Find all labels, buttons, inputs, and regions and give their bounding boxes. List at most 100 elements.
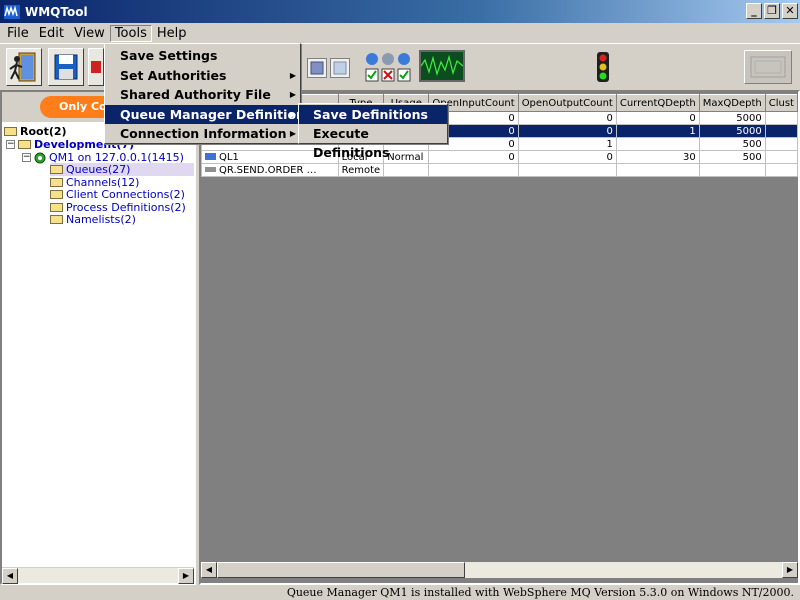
folder-icon bbox=[50, 165, 63, 174]
cell-cluster bbox=[764, 163, 799, 177]
disabled-panel-icon bbox=[750, 56, 786, 78]
tree-node-namelists[interactable]: Namelists(2) bbox=[50, 213, 136, 226]
cell-open-input bbox=[428, 163, 519, 177]
cell-cluster bbox=[764, 111, 799, 125]
menu-item-label: Set Authorities bbox=[120, 67, 227, 83]
remote-queue-icon bbox=[205, 167, 216, 172]
cell-max-depth: 500 bbox=[698, 150, 766, 164]
save-button[interactable] bbox=[48, 48, 84, 86]
menu-item-save-settings[interactable]: Save Settings bbox=[105, 46, 300, 66]
tree-node-label: Client Connections(2) bbox=[66, 188, 185, 201]
status-check-button[interactable] bbox=[364, 48, 412, 86]
collapse-icon[interactable]: − bbox=[22, 153, 31, 162]
window-title: WMQTool bbox=[25, 4, 88, 19]
table-row[interactable]: QR.SEND.ORDER … Remote bbox=[201, 163, 799, 177]
folder-icon bbox=[18, 140, 31, 149]
folder-icon bbox=[4, 127, 17, 136]
cell-open-output: 0 bbox=[517, 111, 617, 125]
tree-node-label: Namelists(2) bbox=[66, 213, 136, 226]
cell-current-depth-alert: 384 bbox=[615, 137, 700, 151]
submenu-arrow-icon: ▶ bbox=[289, 90, 296, 99]
submenu-arrow-icon: ▶ bbox=[289, 70, 296, 80]
menu-item-set-authorities[interactable]: Set Authorities ▶ bbox=[105, 66, 300, 86]
submenu-arrow-icon: ▶ bbox=[289, 129, 296, 138]
menu-item-save-definitions[interactable]: Save Definitions bbox=[299, 105, 447, 124]
restore-button[interactable]: ❐ bbox=[764, 3, 780, 19]
col-header-open-output[interactable]: OpenOutputCount bbox=[517, 94, 617, 112]
cell-current-depth: 1 bbox=[615, 124, 700, 138]
menu-file[interactable]: File bbox=[2, 25, 34, 42]
delete-icon bbox=[91, 61, 101, 73]
queue-manager-definitions-submenu: Save Definitions Execute Definitions bbox=[298, 103, 448, 160]
cell-current-depth: 30 bbox=[615, 150, 700, 164]
menu-edit[interactable]: Edit bbox=[34, 25, 69, 42]
col-header-cluster[interactable]: Clust bbox=[764, 94, 799, 112]
cell-max-depth bbox=[698, 163, 766, 177]
menu-item-shared-authority-file[interactable]: Shared Authority File ▶ bbox=[105, 85, 300, 105]
close-button[interactable]: ✕ bbox=[782, 3, 798, 19]
properties-icon bbox=[333, 61, 347, 75]
menu-item-label: Queue Manager Definitions bbox=[120, 106, 313, 122]
app-icon bbox=[4, 4, 20, 19]
cell-current-depth bbox=[615, 163, 700, 177]
scroll-right-arrow-icon[interactable]: ▶ bbox=[178, 568, 194, 584]
cell-cluster bbox=[764, 150, 799, 164]
tree-node-root[interactable]: Root(2) bbox=[4, 125, 67, 138]
menu-tools[interactable]: Tools bbox=[109, 24, 152, 42]
cell-type: Remote bbox=[337, 163, 385, 177]
menu-view[interactable]: View bbox=[69, 25, 110, 42]
traffic-light-icon bbox=[597, 52, 609, 82]
col-header-max-depth[interactable]: MaxQDepth bbox=[698, 94, 766, 112]
tree-node-client-connections[interactable]: Client Connections(2) bbox=[50, 188, 185, 201]
refresh-button[interactable] bbox=[307, 58, 327, 78]
menu-item-queue-manager-definitions[interactable]: Queue Manager Definitions ▶ bbox=[105, 104, 312, 124]
traffic-light-button[interactable] bbox=[592, 52, 614, 84]
monitor-button[interactable] bbox=[419, 50, 465, 82]
scroll-right-arrow-icon[interactable]: ▶ bbox=[782, 562, 798, 578]
cell-open-input: 0 bbox=[428, 150, 519, 164]
cell-usage bbox=[383, 163, 430, 177]
menu-item-label: Save Settings bbox=[120, 48, 218, 63]
floppy-disk-icon bbox=[54, 54, 78, 80]
refresh-icon bbox=[310, 61, 324, 75]
folder-icon bbox=[50, 190, 63, 199]
cell-open-output bbox=[517, 163, 617, 177]
menu-help[interactable]: Help bbox=[152, 25, 192, 42]
delete-button[interactable] bbox=[88, 48, 104, 86]
queue-name: QR.SEND.ORDER bbox=[219, 164, 304, 176]
scroll-left-arrow-icon[interactable]: ◀ bbox=[2, 568, 18, 584]
queue-table-area: Type Usage OpenInputCount OpenOutputCoun… bbox=[201, 92, 799, 562]
queue-name: QL1 bbox=[219, 151, 239, 163]
menu-item-execute-definitions[interactable]: Execute Definitions bbox=[299, 124, 447, 160]
collapse-icon[interactable]: − bbox=[6, 140, 15, 149]
cell-open-output: 0 bbox=[517, 124, 617, 138]
tree-node-queues[interactable]: Queues(27) bbox=[50, 163, 194, 176]
cell-open-output: 1 bbox=[517, 137, 617, 151]
table-row[interactable]: QL1 Local Normal 0 0 30 500 bbox=[201, 150, 799, 164]
properties-button[interactable] bbox=[330, 58, 350, 78]
tree-node-label: Root(2) bbox=[20, 125, 67, 138]
status-bar: Queue Manager QM1 is installed with WebS… bbox=[286, 586, 794, 599]
col-header-current-depth[interactable]: CurrentQDepth bbox=[615, 94, 700, 112]
queue-manager-icon bbox=[34, 152, 46, 163]
exit-door-icon bbox=[9, 52, 36, 82]
tree-horizontal-scrollbar[interactable]: ◀ ▶ bbox=[2, 567, 194, 584]
cell-max-depth: 5000 bbox=[698, 124, 766, 138]
cell-cluster bbox=[764, 124, 799, 138]
cell-max-depth: 500 bbox=[698, 137, 766, 151]
menu-item-label: Shared Authority File bbox=[120, 87, 271, 102]
menu-bar: File Edit View Tools Help bbox=[0, 23, 800, 43]
scrollbar-thumb[interactable] bbox=[217, 562, 465, 578]
disabled-tool-button[interactable] bbox=[744, 50, 792, 84]
exit-button[interactable] bbox=[6, 48, 42, 86]
table-horizontal-scrollbar[interactable]: ◀ ▶ bbox=[201, 562, 798, 578]
menu-item-connection-information[interactable]: Connection Information ▶ bbox=[105, 124, 300, 144]
folder-icon bbox=[50, 215, 63, 224]
menu-item-label: Connection Information bbox=[120, 126, 287, 141]
object-tree: Root(2) − Development(7) − QM1 on 127.0.… bbox=[2, 122, 194, 562]
folder-icon bbox=[50, 203, 63, 212]
minimize-button[interactable]: _ bbox=[746, 3, 762, 19]
cell-max-depth: 5000 bbox=[698, 111, 766, 125]
scroll-left-arrow-icon[interactable]: ◀ bbox=[201, 562, 217, 578]
title-bar: WMQTool _ ❐ ✕ bbox=[0, 0, 800, 23]
